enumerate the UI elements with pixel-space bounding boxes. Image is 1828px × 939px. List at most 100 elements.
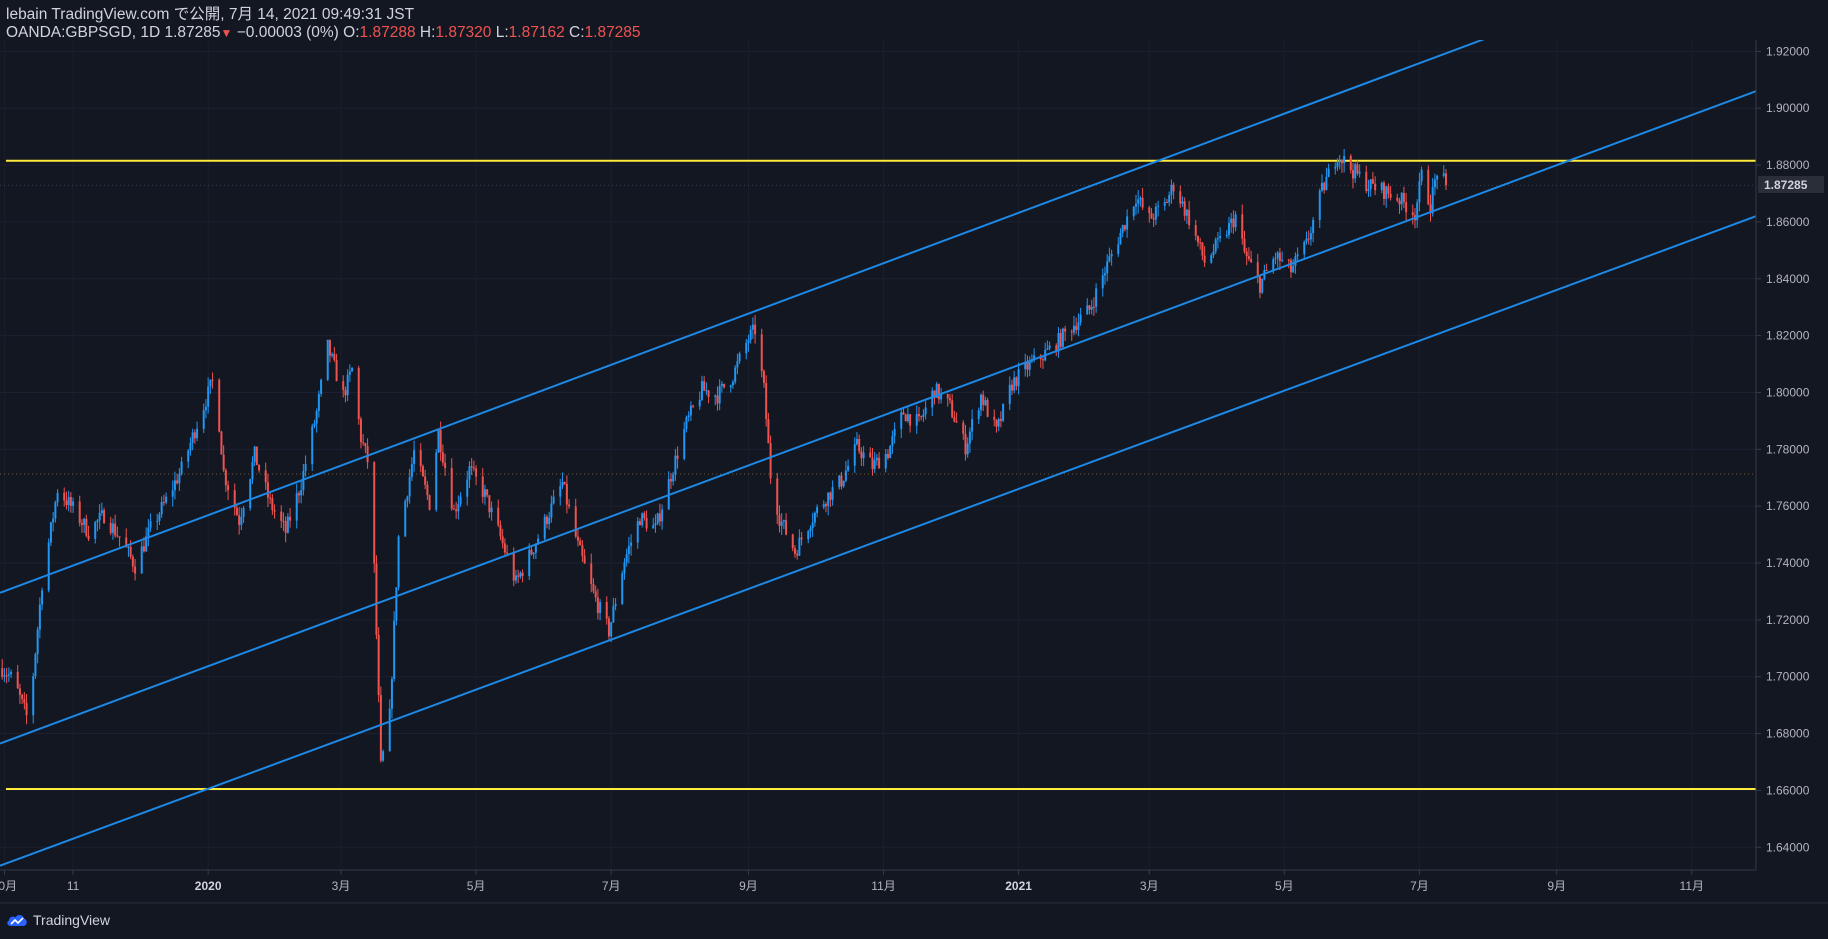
candle-body [1048,345,1051,349]
candle-body [1123,225,1126,230]
candle-body [747,340,750,343]
candle-body [1265,270,1268,272]
candle-body [1418,181,1421,203]
time-tick-label: 11月 [871,879,895,893]
candle-body [592,583,595,592]
candle-body [1367,189,1370,191]
symbol-label[interactable]: OANDA:GBPSGD, 1D [6,24,160,41]
candle-body [1199,242,1202,244]
candle-body [900,412,903,430]
candle-body [1110,253,1113,257]
candle-body [346,374,349,396]
candle-body [692,405,695,407]
candle-body [419,450,422,467]
candle-body [1389,193,1392,198]
candle-body [488,495,491,513]
candle-body [884,453,887,469]
candle-body [1008,384,1011,404]
candle-body [731,381,734,386]
candle-body [813,512,816,523]
candle-body [251,461,254,480]
candle-body [1183,201,1186,216]
candle-body [641,513,644,526]
trend-channel[interactable] [0,0,1756,867]
candle-body [54,502,57,519]
candle-body [424,476,427,485]
candle-body [220,431,223,455]
candle-body [388,708,391,752]
candle-body [1137,199,1140,204]
channel-line[interactable] [0,90,1756,745]
candle-body [714,395,717,397]
candle-body [718,385,721,404]
candle-body [393,620,396,679]
candle-body [472,467,475,469]
price-tick-label: 1.88000 [1766,158,1810,172]
candle-body [149,521,152,528]
candle-body [202,410,205,429]
candle-body [437,429,440,453]
candle-body [1400,193,1403,205]
candle-body [594,591,597,598]
candle-body [333,354,336,361]
symbol-ohlc-line: OANDA:GBPSGD, 1D 1.87285▼ −0.00003 (0%) … [6,24,641,42]
down-arrow-icon: ▼ [220,26,233,40]
candle-body [995,419,998,427]
candle-body [348,371,351,375]
candle-body [705,390,708,392]
candle-body [966,443,969,455]
candle-body [886,453,889,459]
candle-body [689,405,692,416]
time-tick-label: 2020 [195,879,222,893]
candle-body [1420,169,1423,182]
candlestick-chart[interactable]: 1.92000 1.90000 1.88000 1.86000 1.84000 1.820… [0,0,1828,939]
candle-body [800,537,803,540]
horizontal-levels[interactable] [6,159,1756,790]
candle-body [1134,203,1137,207]
candle-body [765,382,768,420]
price-axis[interactable]: 1.92000 1.90000 1.88000 1.86000 1.84000 1.820… [1756,44,1810,854]
candle-body [23,698,26,704]
candle-body [85,518,88,536]
candle-body [565,483,568,505]
candle-body [180,461,183,474]
candle-body [25,703,28,716]
candle-body [1095,288,1098,307]
candle-body [171,490,174,497]
candle-body [269,497,272,499]
candle-body [811,522,814,529]
candle-body [78,501,81,523]
candle-body [568,504,571,507]
candle-body [1442,173,1445,176]
time-tick-label: 3月 [1140,879,1159,893]
candle-body [397,536,400,588]
candle-body [1,668,4,677]
candle-body [1336,162,1339,167]
candle-body [627,545,630,555]
candle-body [1041,359,1044,361]
footer-brand[interactable]: TradingView [6,908,110,932]
candle-body [623,562,626,574]
candle-body [410,464,413,478]
candle-body [129,546,132,557]
candle-body [1090,306,1093,310]
candle-body [1157,205,1160,207]
footer-brand-label: TradingView [33,912,111,928]
candle-body [1046,348,1049,351]
candle-body [116,535,119,537]
candle-body [1289,260,1292,273]
time-axis[interactable]: 10月 11 2020 3月 5月 7月 9月 11月 2021 3月 5月 7月 9月 11月 [0,870,1704,893]
candle-body [605,601,608,619]
channel-line[interactable] [0,215,1756,867]
candle-body [72,501,75,506]
candle-body [249,479,252,509]
channel-line[interactable] [0,0,1756,594]
candle-body [1196,235,1199,243]
candle-body [280,511,283,521]
price-tick-label: 1.86000 [1766,215,1810,229]
candle-body [227,485,230,491]
candle-body [596,597,599,613]
candle-body [1334,166,1337,169]
candle-body [917,414,920,417]
candle-body [56,492,59,503]
